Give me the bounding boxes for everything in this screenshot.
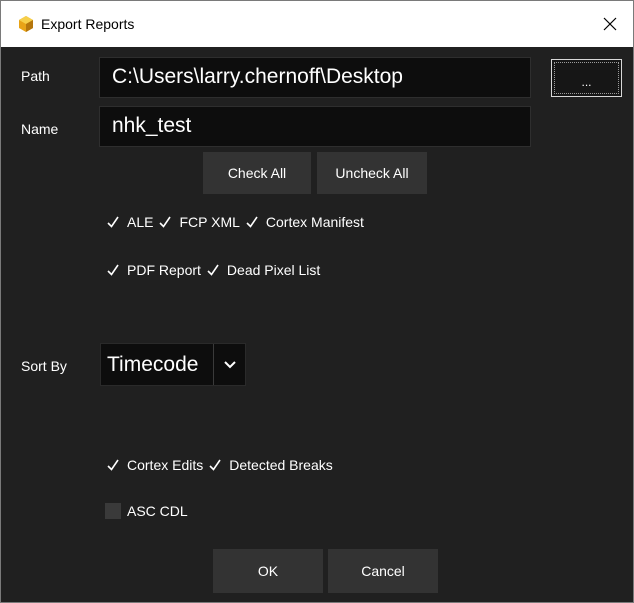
report-checkboxes-row-2: PDF Report Dead Pixel List: [105, 262, 320, 278]
chevron-down-icon: [213, 344, 245, 385]
checkmark-icon: [105, 457, 121, 473]
browse-button[interactable]: ...: [551, 59, 622, 97]
close-icon: [603, 17, 617, 31]
ok-button[interactable]: OK: [213, 549, 323, 593]
detected-breaks-label: Detected Breaks: [229, 457, 333, 473]
window-title: Export Reports: [41, 16, 135, 32]
path-field[interactable]: C:\Users\larry.chernoff\Desktop: [99, 57, 531, 98]
fcp-xml-label: FCP XML: [179, 214, 240, 230]
name-label: Name: [21, 121, 59, 137]
checkmark-icon: [244, 214, 260, 230]
browse-label: ...: [581, 75, 592, 89]
sort-by-select[interactable]: Timecode: [100, 343, 246, 386]
checkmark-icon: [205, 262, 221, 278]
sort-by-label: Sort By: [21, 358, 67, 374]
uncheck-all-button[interactable]: Uncheck All: [317, 152, 427, 194]
pdf-report-checkbox[interactable]: PDF Report: [105, 262, 201, 278]
cortex-manifest-label: Cortex Manifest: [265, 214, 364, 230]
empty-checkbox-icon: [105, 503, 121, 519]
cancel-button[interactable]: Cancel: [328, 549, 438, 593]
ale-checkbox[interactable]: ALE: [105, 214, 153, 230]
dialog-body: Path C:\Users\larry.chernoff\Desktop ...…: [1, 47, 633, 602]
cortex-edits-checkbox[interactable]: Cortex Edits: [105, 457, 203, 473]
check-all-button[interactable]: Check All: [203, 152, 311, 194]
detected-breaks-checkbox[interactable]: Detected Breaks: [207, 457, 333, 473]
sort-by-value: Timecode: [107, 353, 199, 376]
name-field[interactable]: nhk_test: [99, 106, 531, 147]
app-icon: [17, 15, 35, 33]
dead-pixel-list-checkbox[interactable]: Dead Pixel List: [205, 262, 320, 278]
checkmark-icon: [207, 457, 223, 473]
path-label: Path: [21, 68, 50, 84]
asc-cdl-checkbox[interactable]: ASC CDL: [105, 503, 188, 519]
close-button[interactable]: [587, 1, 633, 47]
title-bar: Export Reports: [1, 1, 633, 47]
ale-label: ALE: [127, 214, 154, 230]
pdf-report-label: PDF Report: [127, 262, 201, 278]
asc-cdl-label: ASC CDL: [127, 503, 188, 519]
fcp-xml-checkbox[interactable]: FCP XML: [157, 214, 240, 230]
checkmark-icon: [157, 214, 173, 230]
cortex-manifest-checkbox[interactable]: Cortex Manifest: [244, 214, 364, 230]
report-checkboxes-row-1: ALE FCP XML Cortex Manifest: [105, 214, 364, 230]
checkmark-icon: [105, 262, 121, 278]
option-checkboxes-row-1: Cortex Edits Detected Breaks: [105, 457, 333, 473]
cortex-edits-label: Cortex Edits: [127, 457, 204, 473]
export-reports-dialog: Export Reports Path C:\Users\larry.chern…: [0, 0, 634, 603]
checkmark-icon: [105, 214, 121, 230]
dead-pixel-list-label: Dead Pixel List: [226, 262, 321, 278]
